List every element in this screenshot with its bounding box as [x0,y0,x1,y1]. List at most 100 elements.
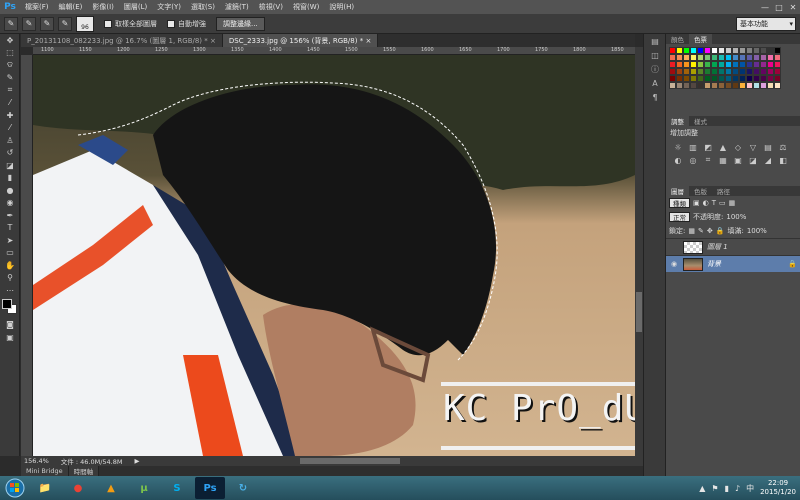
color-swatch[interactable] [697,61,704,68]
dodge-tool-icon[interactable]: ◉ [0,197,20,210]
lock-transparent-icon[interactable]: ▦ [688,227,695,235]
lock-pixels-icon[interactable]: ✎ [698,227,704,235]
color-swatch[interactable] [753,54,760,61]
horizontal-scrollbar-thumb[interactable] [300,458,400,464]
adjustment-layer-icon[interactable]: ▽ [747,142,759,152]
filter-type-icon[interactable]: T [712,199,716,207]
layer-row[interactable]: 圖層 1 [666,238,800,255]
color-swatch[interactable] [739,61,746,68]
adjustment-layer-icon[interactable]: ◐ [672,155,684,165]
crop-tool-icon[interactable]: ⌗ [0,84,20,97]
color-swatch[interactable] [725,68,732,75]
color-swatch[interactable] [725,54,732,61]
color-swatch[interactable] [676,82,683,89]
color-swatch[interactable] [683,54,690,61]
color-swatch[interactable] [697,54,704,61]
menu-help[interactable]: 說明(H) [324,2,359,12]
color-swatch[interactable] [704,75,711,82]
file-explorer-icon[interactable]: 📁 [30,477,60,499]
color-swatch[interactable] [718,82,725,89]
color-swatch[interactable] [753,47,760,54]
paragraph-panel-icon[interactable]: ¶ [644,90,666,104]
color-swatch[interactable] [697,47,704,54]
adjustment-layer-icon[interactable]: ▥ [687,142,699,152]
color-swatch[interactable] [704,54,711,61]
color-swatch[interactable] [718,75,725,82]
tab-timeline[interactable]: 時間軸 [68,466,100,476]
checkbox-box[interactable] [167,19,175,28]
layer-name[interactable]: 圖層 1 [707,242,797,252]
color-swatch[interactable] [746,47,753,54]
color-swatch[interactable] [739,54,746,61]
color-swatch[interactable] [669,68,676,75]
menu-edit[interactable]: 編輯(E) [54,2,88,12]
shape-tool-icon[interactable]: ▭ [0,247,20,260]
eyedropper-tool-icon[interactable]: ⁄ [0,97,20,110]
tab-styles[interactable]: 樣式 [689,116,712,126]
color-swatch[interactable] [711,75,718,82]
color-swatch[interactable] [718,54,725,61]
menu-window[interactable]: 視窗(W) [288,2,324,12]
brush-tool-icon[interactable]: ⁄ [0,122,20,135]
history-brush-tool-icon[interactable]: ↺ [0,147,20,160]
new-selection-icon[interactable]: ✎ [22,16,36,31]
auto-enhance-checkbox[interactable]: 自動增強 [167,19,206,29]
more-tools-icon[interactable]: ⋯ [0,284,20,297]
photoshop-taskbar-icon[interactable]: Ps [195,477,225,499]
screen-mode-icon[interactable]: ▣ [0,331,20,344]
color-swatch[interactable] [725,47,732,54]
color-swatch[interactable] [669,47,676,54]
color-swatch[interactable] [774,47,781,54]
history-panel-icon[interactable]: ▤ [644,34,666,48]
adjustment-layer-icon[interactable]: ▣ [732,155,744,165]
sync-icon[interactable]: ↻ [228,477,258,499]
color-swatch[interactable] [690,54,697,61]
color-swatch[interactable] [760,75,767,82]
info-panel-icon[interactable]: ⓘ [644,62,666,76]
color-swatch[interactable] [774,68,781,75]
gradient-tool-icon[interactable]: ▮ [0,172,20,185]
adjustment-layer-icon[interactable]: ◧ [777,155,789,165]
color-swatch[interactable] [676,54,683,61]
color-swatch[interactable] [774,61,781,68]
color-swatch[interactable] [732,54,739,61]
eye-icon[interactable]: ◉ [669,260,679,268]
color-swatch[interactable] [753,61,760,68]
adjustment-layer-icon[interactable]: ◇ [732,142,744,152]
color-swatch[interactable] [774,75,781,82]
color-swatch[interactable] [704,61,711,68]
color-swatch[interactable] [732,82,739,89]
clock[interactable]: 22:09 2015/1/20 [760,479,796,497]
color-swatch[interactable] [683,47,690,54]
color-swatch[interactable] [704,68,711,75]
color-swatch[interactable] [767,61,774,68]
color-swatch[interactable] [711,68,718,75]
color-swatch[interactable] [767,54,774,61]
color-swatch[interactable] [760,54,767,61]
color-swatch[interactable] [725,61,732,68]
foreground-color[interactable] [2,298,12,309]
color-swatch[interactable] [669,82,676,89]
color-swatch[interactable] [774,54,781,61]
filter-adjust-icon[interactable]: ◐ [703,199,709,207]
zoom-tool-icon[interactable]: ⚲ [0,272,20,285]
color-swatch[interactable] [760,82,767,89]
color-swatch[interactable] [746,54,753,61]
color-swatch[interactable] [711,47,718,54]
color-swatch[interactable] [683,82,690,89]
color-swatch[interactable] [739,47,746,54]
tab-swatches[interactable]: 色票 [689,34,712,44]
flag-icon[interactable]: ⚑ [711,484,718,493]
opacity-value[interactable]: 100% [726,213,746,221]
quick-mask-icon[interactable]: ◙ [0,319,20,332]
adjustment-layer-icon[interactable]: ◢ [762,155,774,165]
blur-tool-icon[interactable]: ● [0,184,20,197]
menu-select[interactable]: 選取(S) [186,2,220,12]
lock-position-icon[interactable]: ✥ [707,227,713,235]
color-swatch[interactable] [760,61,767,68]
zoom-level[interactable]: 156.4% [24,457,49,465]
color-swatch[interactable] [669,61,676,68]
color-swatch[interactable] [774,82,781,89]
color-swatch[interactable] [732,68,739,75]
color-swatch[interactable] [704,47,711,54]
